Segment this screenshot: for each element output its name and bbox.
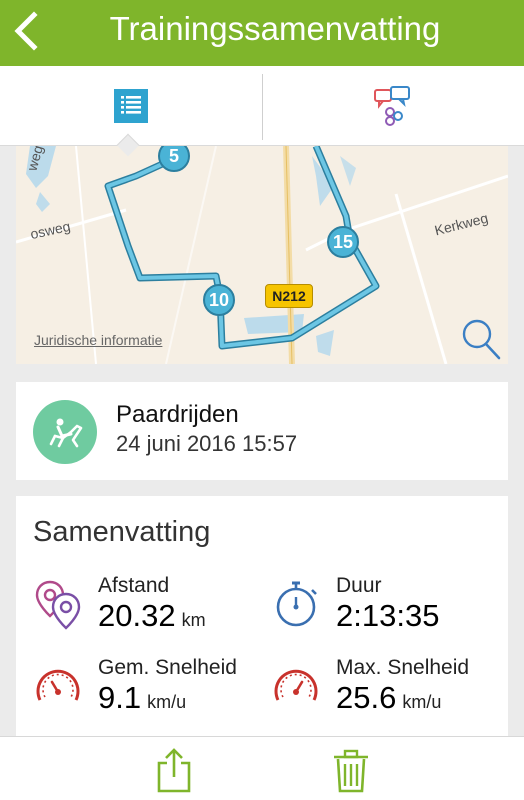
avg-speed-label: Gem. Snelheid	[98, 656, 237, 679]
speedometer-icon	[36, 669, 80, 701]
zoom-button[interactable]	[461, 318, 501, 360]
max-speed-value: 25.6	[336, 680, 397, 715]
distance-unit: km	[181, 610, 206, 630]
stopwatch-icon	[276, 581, 317, 627]
distance-value: 20.32	[98, 598, 176, 633]
activity-datetime: 24 juni 2016 15:57	[116, 431, 298, 456]
tab-comments[interactable]	[262, 66, 524, 146]
avg-speed-value: 9.1	[98, 680, 142, 715]
duration-label: Duur	[336, 574, 382, 597]
bottom-toolbar	[0, 736, 524, 800]
activity-name: Paardrijden	[116, 401, 239, 428]
magnifier-icon	[462, 319, 501, 360]
stat-avg-speed: Gem. Snelheid 9.1 km/u	[32, 654, 272, 724]
list-icon	[114, 89, 148, 123]
share-button[interactable]	[151, 747, 197, 795]
max-speed-unit: km/u	[402, 692, 442, 712]
duration-value: 2:13:35	[336, 598, 440, 633]
summary-card: Samenvatting Afstand 20.32 km Duur 2:13:3…	[16, 496, 508, 744]
max-speed-value-row: 25.6 km/u	[336, 680, 441, 716]
map-pins-icon	[35, 580, 81, 630]
legal-info-link[interactable]: Juridische informatie	[34, 332, 162, 348]
stat-max-speed: Max. Snelheid 25.6 km/u	[270, 654, 510, 724]
route-marker[interactable]: 15	[327, 226, 359, 258]
route-marker[interactable]: 10	[203, 284, 235, 316]
max-speed-label: Max. Snelheid	[336, 656, 470, 679]
stat-duration: Duur 2:13:35	[270, 572, 510, 642]
horse-riding-icon	[33, 400, 97, 464]
page-title: Trainingssamenvatting	[109, 10, 441, 47]
stat-distance: Afstand 20.32 km	[32, 572, 272, 642]
avg-speed-unit: km/u	[147, 692, 187, 712]
route-map[interactable]: Kerkweg osweg weg N212 5 10 15 Juridisch…	[16, 146, 508, 364]
tab-summary[interactable]	[0, 66, 262, 146]
highway-shield: N212	[265, 284, 313, 308]
distance-label: Afstand	[98, 574, 170, 597]
trash-icon	[334, 749, 368, 793]
distance-value-row: 20.32 km	[98, 598, 206, 634]
duration-value-row: 2:13:35	[336, 598, 439, 634]
chat-bubbles-icon	[374, 86, 410, 126]
speedometer-icon	[274, 669, 318, 701]
summary-title: Samenvatting	[33, 516, 211, 548]
avg-speed-value-row: 9.1 km/u	[98, 680, 186, 716]
tab-bar	[0, 66, 524, 146]
app-header: Trainingssamenvatting	[0, 0, 524, 66]
delete-button[interactable]	[328, 747, 374, 795]
share-icon	[157, 748, 191, 793]
activity-card: Paardrijden 24 juni 2016 15:57	[16, 382, 508, 480]
